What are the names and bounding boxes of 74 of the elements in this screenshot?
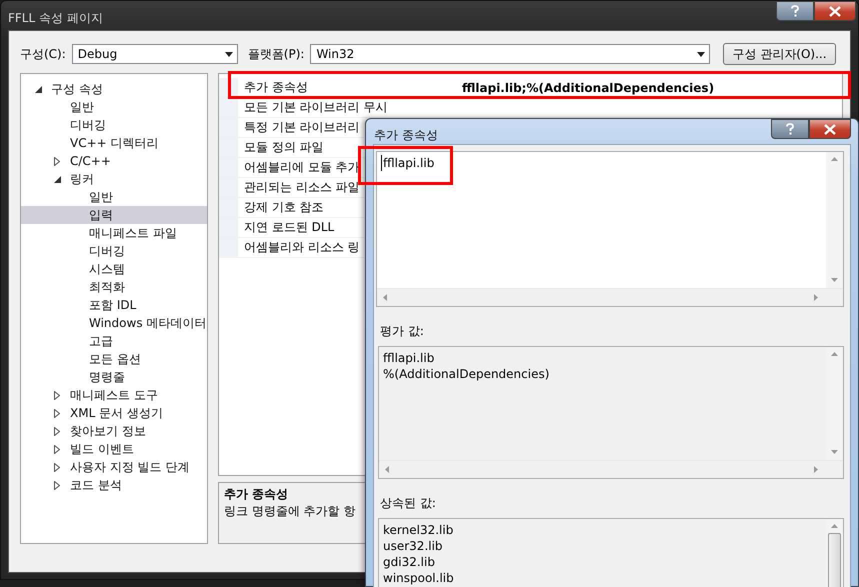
- tree-row[interactable]: 일반: [21, 188, 207, 206]
- collapsed-triangle-icon: [54, 156, 60, 166]
- tree-row[interactable]: 명령줄: [21, 368, 207, 386]
- scroll-down-arrow-icon: [831, 450, 838, 454]
- evaluated-line: ffllapi.lib: [383, 350, 436, 366]
- expanded-triangle-icon: [54, 176, 60, 182]
- window-title: FFLL 속성 페이지: [8, 10, 103, 27]
- description-title: 추가 종속성: [224, 486, 290, 503]
- description-text: 링크 명령줄에 추가할 항: [224, 503, 356, 520]
- property-name[interactable]: 추가 종속성: [244, 79, 462, 96]
- tree-row[interactable]: 시스템: [21, 260, 207, 278]
- scroll-down-arrow-icon: [831, 278, 838, 282]
- close-icon: [829, 6, 841, 16]
- tree-row[interactable]: 코드 분석: [21, 476, 207, 494]
- question-icon: [790, 5, 800, 17]
- inherited-line: user32.lib: [383, 538, 444, 554]
- tree-row[interactable]: XML 문서 생성기: [21, 404, 207, 422]
- help-button[interactable]: [771, 119, 809, 139]
- scroll-up-arrow-icon: [831, 157, 838, 161]
- property-name[interactable]: 어셈블리에 모듈 추가: [244, 159, 360, 176]
- dialog-title: 추가 종속성: [374, 127, 438, 144]
- tree-row[interactable]: 고급: [21, 332, 207, 350]
- property-name[interactable]: 모든 기본 라이브러리 무시: [244, 99, 388, 116]
- inherited-line: winspool.lib: [383, 570, 455, 586]
- tree-row[interactable]: 빌드 이벤트: [21, 440, 207, 458]
- close-icon: [824, 124, 836, 134]
- inherited-line: kernel32.lib: [383, 522, 454, 538]
- scroll-right-arrow-icon: [814, 466, 818, 473]
- field-label: 상속된 값:: [380, 495, 437, 512]
- property-name[interactable]: 관리되는 리소스 파일: [244, 179, 360, 196]
- caret-icon: [697, 52, 706, 56]
- scroll-left-arrow-icon: [385, 466, 389, 473]
- combo-box[interactable]: Debug: [72, 44, 238, 64]
- tree-row[interactable]: C/C++: [21, 152, 207, 170]
- inherited-line: gdi32.lib: [383, 554, 436, 570]
- question-icon: [785, 123, 795, 135]
- property-value[interactable]: ffllapi.lib;%(AdditionalDependencies): [462, 80, 714, 94]
- tree-row[interactable]: 구성 속성: [21, 80, 207, 98]
- tree-row[interactable]: 디버깅: [21, 242, 207, 260]
- property-name[interactable]: 지연 로드된 DLL: [244, 219, 334, 236]
- scroll-right-arrow-icon: [814, 294, 818, 301]
- property-name[interactable]: 특정 기본 라이브러리: [244, 119, 360, 136]
- property-name[interactable]: 강제 기호 참조: [244, 199, 324, 216]
- caret-icon: [224, 52, 233, 56]
- tree-row[interactable]: 링커: [21, 170, 207, 188]
- tree-row[interactable]: 매니페스트 파일: [21, 224, 207, 242]
- property-name[interactable]: 모듈 정의 파일: [244, 139, 324, 156]
- help-button[interactable]: [776, 1, 814, 21]
- selected-tree-row[interactable]: 입력: [21, 206, 207, 224]
- field-label: 평가 값:: [380, 323, 425, 340]
- tree-row[interactable]: Windows 메타데이터: [21, 314, 207, 332]
- scroll-up-arrow-icon: [831, 524, 838, 528]
- scrollbar-thumb[interactable]: [828, 533, 841, 587]
- tree-row[interactable]: 사용자 지정 빌드 단계: [21, 458, 207, 476]
- field-label: 플랫폼(P):: [248, 46, 304, 62]
- tree-row[interactable]: 매니페스트 도구: [21, 386, 207, 404]
- tree-row[interactable]: 찾아보기 정보: [21, 422, 207, 440]
- tree-row[interactable]: 디버깅: [21, 116, 207, 134]
- field-label: 구성(C):: [20, 46, 66, 62]
- tree-row[interactable]: 모든 옵션: [21, 350, 207, 368]
- expanded-triangle-icon: [34, 86, 42, 92]
- evaluated-line: %(AdditionalDependencies): [383, 366, 550, 382]
- close-button[interactable]: [809, 119, 851, 139]
- text-area[interactable]: ffllapi.lib: [376, 151, 844, 307]
- config-manager-button[interactable]: 구성 관리자(O)...: [723, 43, 836, 65]
- combo-box[interactable]: Win32: [310, 44, 710, 64]
- close-button[interactable]: [814, 1, 856, 21]
- tree-row[interactable]: 일반: [21, 98, 207, 116]
- tree-row[interactable]: VC++ 디렉터리: [21, 134, 207, 152]
- scroll-up-arrow-icon: [831, 352, 838, 356]
- property-name[interactable]: 어셈블리와 리소스 링: [244, 239, 360, 256]
- tree-row[interactable]: 포함 IDL: [21, 296, 207, 314]
- scroll-left-arrow-icon: [383, 294, 387, 301]
- tree-row[interactable]: 최적화: [21, 278, 207, 296]
